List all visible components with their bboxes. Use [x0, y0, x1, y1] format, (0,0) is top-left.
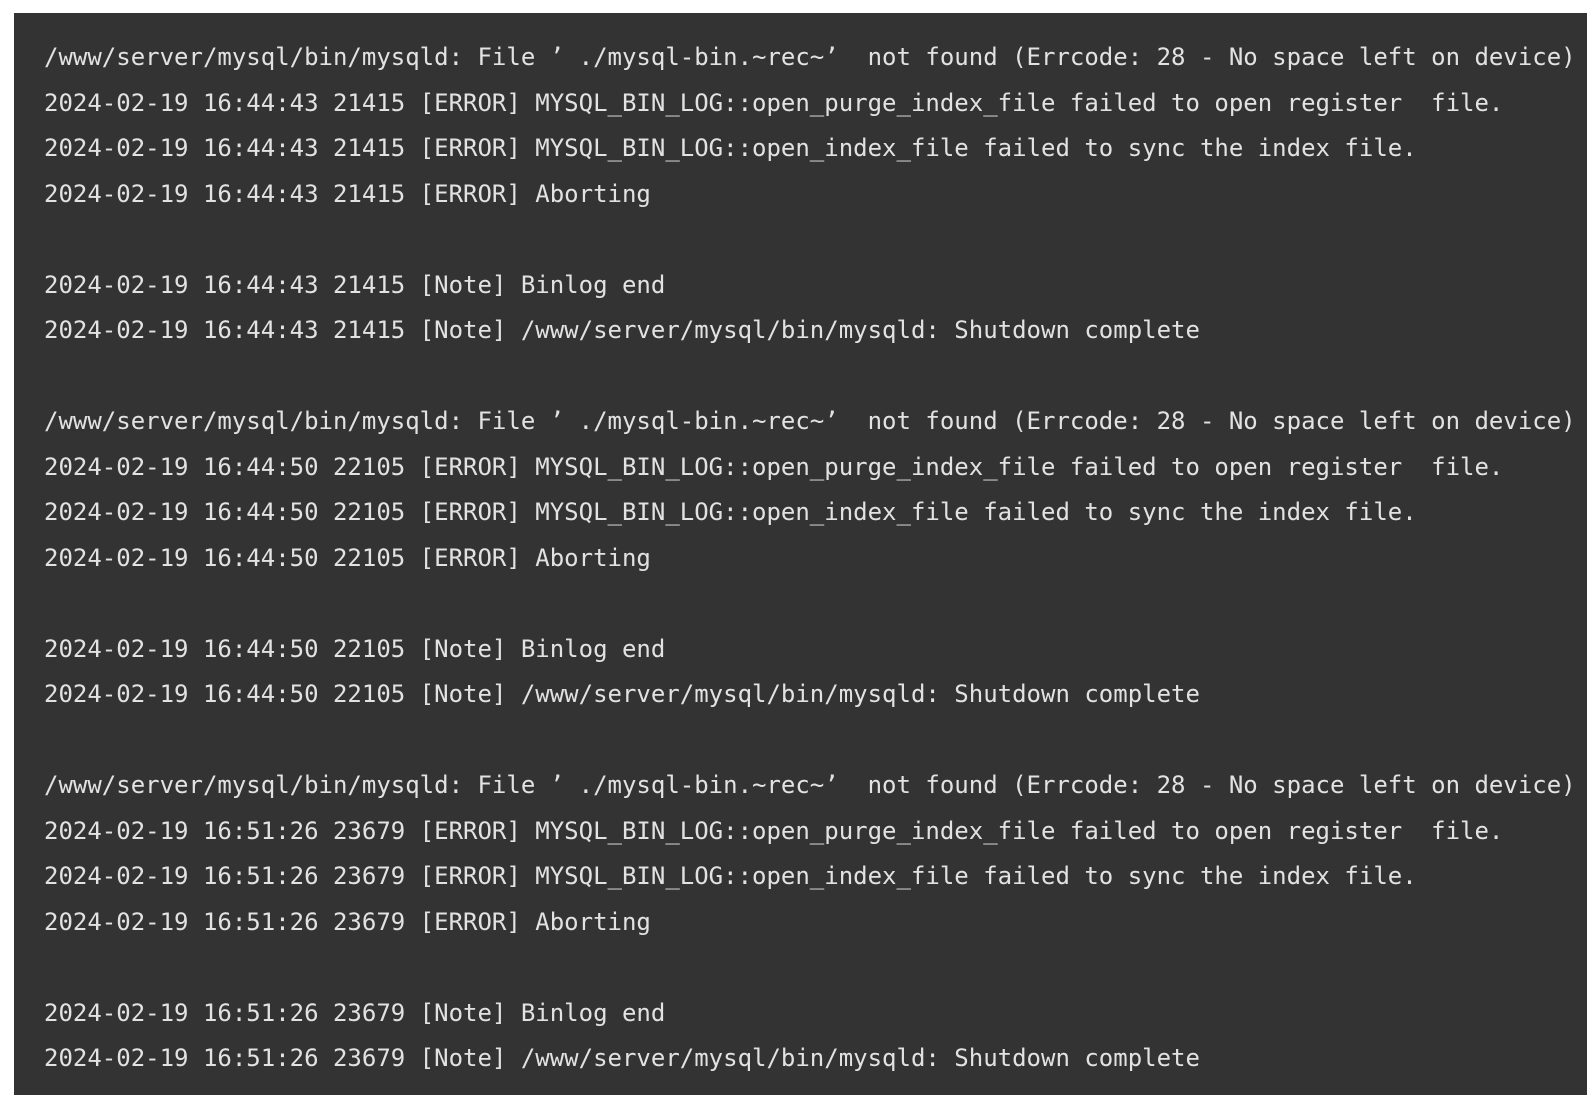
log-output-block[interactable]: /www/server/mysql/bin/mysqld: File ’ ./m… — [14, 13, 1587, 1095]
log-line: /www/server/mysql/bin/mysqld: File ’ ./m… — [44, 771, 1576, 799]
log-line: 2024-02-19 16:44:43 21415 [ERROR] MYSQL_… — [44, 88, 1504, 117]
log-blank-line — [44, 945, 1587, 991]
log-line: 2024-02-19 16:44:43 21415 [ERROR] MYSQL_… — [44, 134, 1417, 162]
log-line: 2024-02-19 16:44:50 22105 [ERROR] Aborti… — [44, 543, 651, 572]
log-line: 2024-02-19 16:51:26 23679 [ERROR] MYSQL_… — [44, 862, 1417, 890]
log-line: 2024-02-19 16:51:26 23679 [ERROR] Aborti… — [44, 907, 651, 936]
log-line: 2024-02-19 16:44:43 21415 [Note] /www/se… — [44, 316, 1200, 344]
log-line: 2024-02-19 16:51:26 23679 [Note] Binlog … — [44, 998, 666, 1027]
log-line: 2024-02-19 16:44:50 22105 [Note] /www/se… — [44, 680, 1200, 708]
log-line: 2024-02-19 16:44:50 22105 [Note] Binlog … — [44, 634, 666, 663]
log-blank-line — [44, 718, 1587, 764]
log-line: /www/server/mysql/bin/mysqld: File ’ ./m… — [44, 43, 1576, 71]
log-viewport: /www/server/mysql/bin/mysqld: File ’ ./m… — [0, 0, 1587, 1095]
log-blank-line — [44, 217, 1587, 263]
log-line: 2024-02-19 16:51:26 23679 [Note] /www/se… — [44, 1044, 1200, 1072]
log-line: /www/server/mysql/bin/mysqld: File ’ ./m… — [44, 407, 1576, 435]
log-line: 2024-02-19 16:44:43 21415 [Note] Binlog … — [44, 270, 666, 299]
log-line: 2024-02-19 16:44:50 22105 [ERROR] MYSQL_… — [44, 498, 1417, 526]
log-blank-line — [44, 581, 1587, 627]
log-line: 2024-02-19 16:44:43 21415 [ERROR] Aborti… — [44, 179, 651, 208]
log-line: 2024-02-19 16:51:26 23679 [ERROR] MYSQL_… — [44, 816, 1504, 845]
log-blank-line — [44, 354, 1587, 400]
log-line: 2024-02-19 16:44:50 22105 [ERROR] MYSQL_… — [44, 452, 1504, 481]
